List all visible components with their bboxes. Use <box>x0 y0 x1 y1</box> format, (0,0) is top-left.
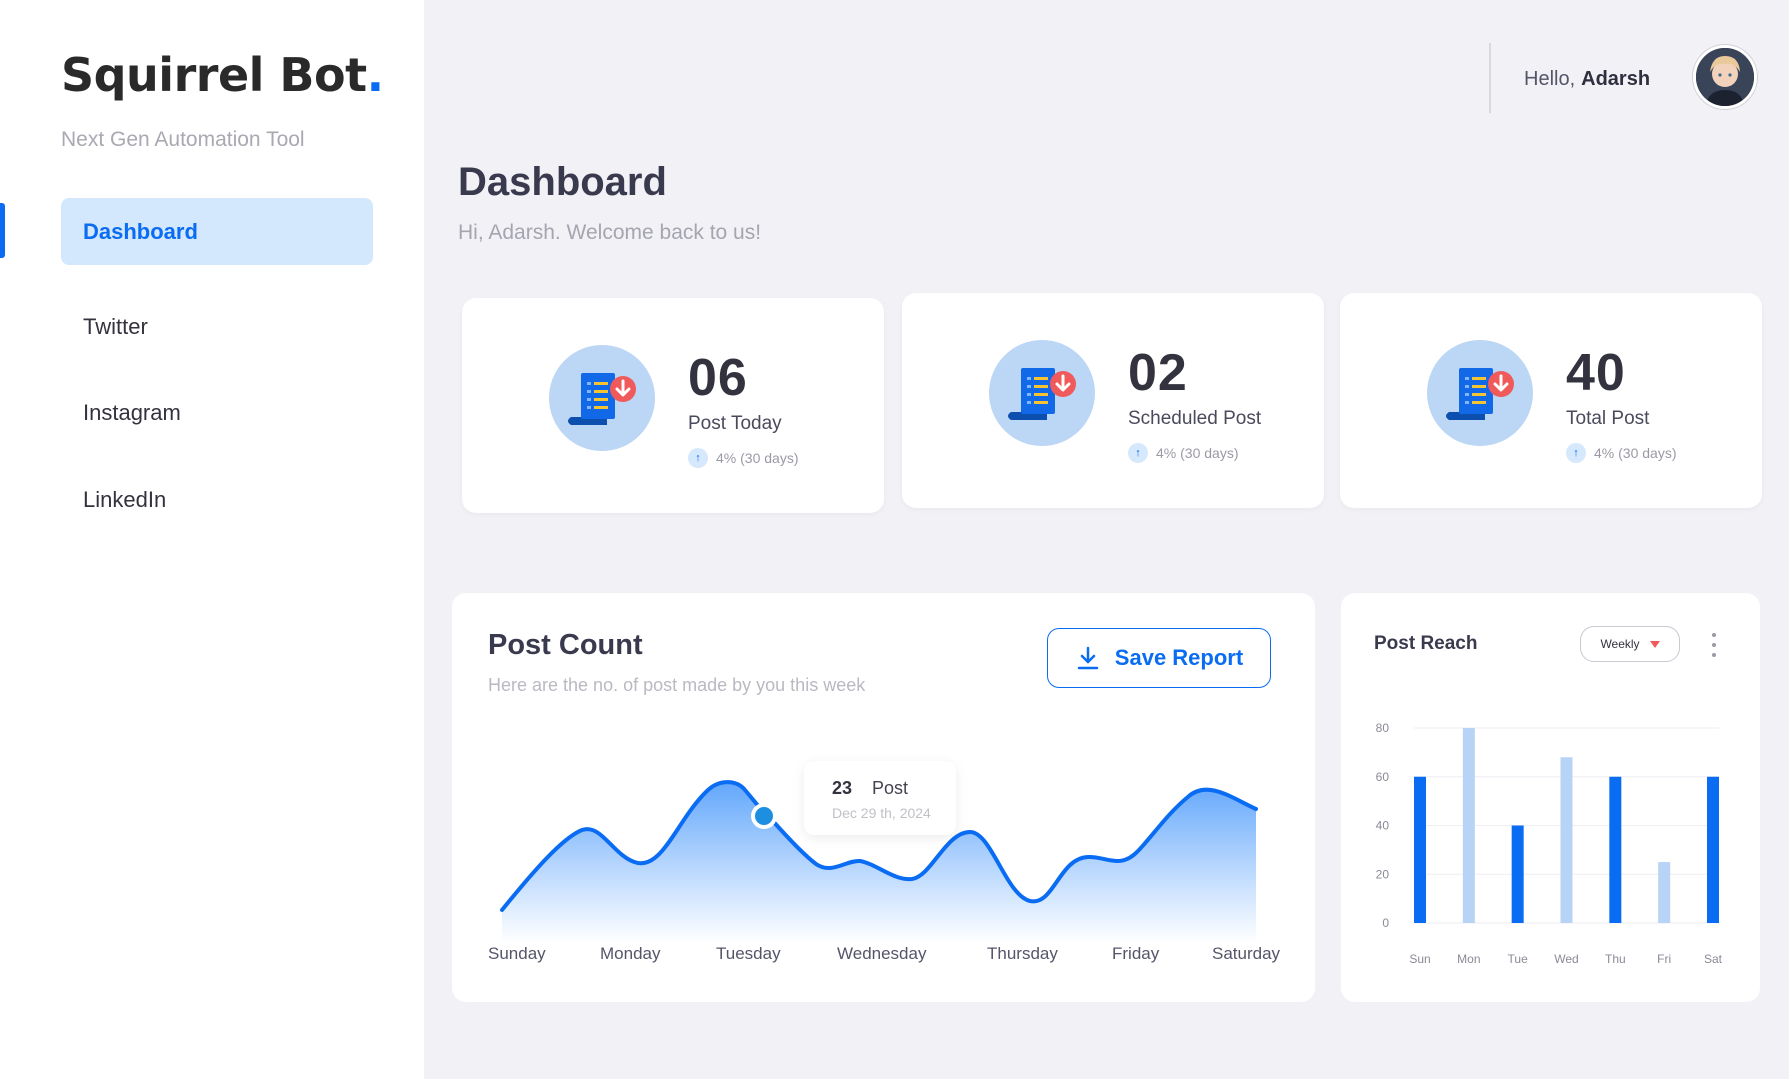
post-count-title: Post Count <box>488 629 643 661</box>
bar-wed[interactable] <box>1560 757 1573 923</box>
x-tick-label: Sun <box>1409 952 1430 966</box>
header-divider <box>1489 43 1491 113</box>
stat-trend: ↑ 4% (30 days) <box>1128 443 1238 463</box>
post-reach-title: Post Reach <box>1374 633 1478 654</box>
x-axis-label: Saturday <box>1212 944 1281 963</box>
x-tick-label: Mon <box>1457 952 1480 966</box>
document-download-icon <box>1427 340 1533 446</box>
x-axis-label: Tuesday <box>716 944 781 963</box>
brand-tagline: Next Gen Automation Tool <box>61 128 305 151</box>
x-tick-label: Tue <box>1508 952 1529 966</box>
more-options-icon[interactable] <box>1709 633 1719 657</box>
x-tick-label: Wed <box>1554 952 1578 966</box>
x-tick-label: Thu <box>1605 952 1626 966</box>
stat-label: Total Post <box>1566 408 1650 429</box>
stat-trend: ↑ 4% (30 days) <box>1566 443 1676 463</box>
active-nav-indicator <box>0 203 5 258</box>
x-tick-label: Sat <box>1704 952 1723 966</box>
page-subtitle: Hi, Adarsh. Welcome back to us! <box>458 221 762 244</box>
x-axis-label: Sunday <box>488 944 546 963</box>
caret-down-icon <box>1649 640 1660 648</box>
bar-mon[interactable] <box>1462 728 1475 923</box>
sidebar-item-instagram[interactable]: Instagram <box>61 379 373 446</box>
period-dropdown-value: Weekly <box>1600 637 1640 651</box>
bar-sat[interactable] <box>1707 776 1719 923</box>
stat-card-total-post: 40 Total Post ↑ 4% (30 days) <box>1340 293 1762 508</box>
y-tick-label: 60 <box>1376 770 1390 784</box>
page-title: Dashboard <box>458 160 667 204</box>
post-count-subtitle: Here are the no. of post made by you thi… <box>488 675 866 695</box>
arrow-up-icon: ↑ <box>1566 443 1586 463</box>
bar-tue[interactable] <box>1511 825 1524 924</box>
stat-label: Post Today <box>688 413 782 434</box>
x-tick-label: Fri <box>1657 952 1671 966</box>
sidebar-item-label: Instagram <box>83 399 181 425</box>
y-tick-label: 0 <box>1382 916 1389 930</box>
arrow-up-icon: ↑ <box>688 448 708 468</box>
sidebar-item-dashboard[interactable]: Dashboard <box>61 198 373 265</box>
post-count-card: Post Count Here are the no. of post made… <box>452 593 1315 1002</box>
user-greeting: Hello, Adarsh <box>1524 68 1651 90</box>
sidebar-item-twitter[interactable]: Twitter <box>61 293 373 360</box>
stat-card-scheduled-post: 02 Scheduled Post ↑ 4% (30 days) <box>902 293 1324 508</box>
stat-trend: ↑ 4% (30 days) <box>688 448 798 468</box>
save-report-label: Save Report <box>1114 645 1244 670</box>
stat-value: 06 <box>688 349 748 407</box>
tooltip-value: 23 <box>832 778 853 798</box>
x-axis-label: Wednesday <box>837 944 927 963</box>
tooltip-date: Dec 29 th, 2024 <box>832 805 931 821</box>
sidebar-item-label: Twitter <box>83 313 148 339</box>
y-tick-label: 40 <box>1376 819 1390 833</box>
arrow-up-icon: ↑ <box>1128 443 1148 463</box>
sidebar-item-linkedin[interactable]: LinkedIn <box>61 466 373 533</box>
document-download-icon <box>549 345 655 451</box>
save-report-button[interactable]: Save Report <box>1047 628 1271 688</box>
download-icon <box>1077 646 1099 670</box>
chart-tooltip: 23 Post Dec 29 th, 2024 <box>804 761 956 835</box>
x-axis-label: Monday <box>600 944 661 963</box>
document-download-icon <box>989 340 1095 446</box>
avatar[interactable] <box>1693 45 1757 109</box>
bar-thu[interactable] <box>1609 776 1622 923</box>
stat-card-post-today: 06 Post Today ↑ 4% (30 days) <box>462 298 884 513</box>
stat-value: 02 <box>1128 344 1188 402</box>
post-reach-card: 0 20 40 60 80 Sun Mon Tue Wed Thu Fri Sat Post Reac… <box>1341 593 1760 1002</box>
sidebar: Squirrel Bot. Next Gen Automation Tool D… <box>0 0 424 1079</box>
bar-sun[interactable] <box>1414 776 1426 923</box>
brand-logo: Squirrel Bot. <box>61 48 384 102</box>
stat-label: Scheduled Post <box>1128 408 1262 429</box>
avatar-image <box>1696 48 1754 106</box>
x-axis-label: Thursday <box>987 944 1058 963</box>
y-tick-label: 20 <box>1376 867 1390 881</box>
bar-fri[interactable] <box>1658 862 1671 923</box>
user-name: Adarsh <box>1581 68 1651 90</box>
stat-value: 40 <box>1566 344 1626 402</box>
sidebar-item-label: Dashboard <box>83 218 198 244</box>
period-dropdown[interactable]: Weekly <box>1580 626 1680 662</box>
highlight-point-dot <box>755 807 773 825</box>
x-axis-label: Friday <box>1112 944 1160 963</box>
y-tick-label: 80 <box>1376 721 1390 735</box>
sidebar-item-label: LinkedIn <box>83 486 167 512</box>
tooltip-label: Post <box>872 778 909 798</box>
